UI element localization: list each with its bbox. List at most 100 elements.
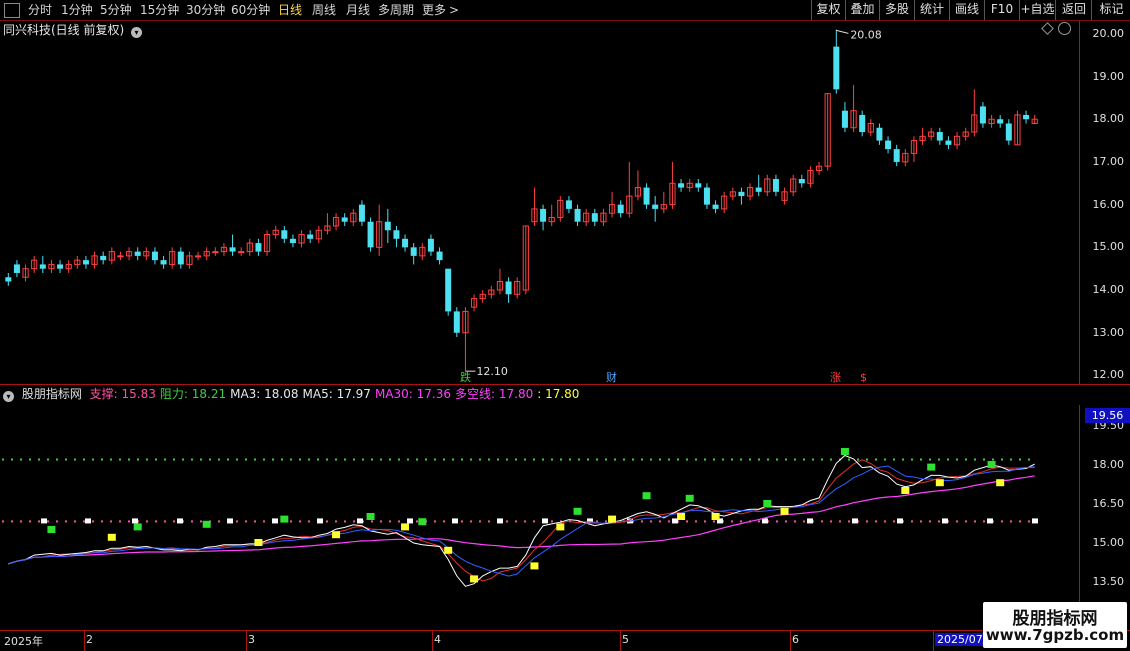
price-tick-1: 19.00 [1092, 69, 1125, 83]
support-dot [398, 520, 400, 523]
support-dot [155, 520, 157, 523]
resistance-dot [1010, 458, 1012, 461]
signal-square [987, 461, 996, 468]
panel-divider [0, 384, 1130, 385]
toolbar-button-0[interactable]: 复权 [811, 0, 845, 20]
indicator-value-3: MA5: 17.97 [302, 387, 371, 401]
toolbar-button-1[interactable]: 叠加 [845, 0, 879, 20]
indicator-axis: 19.50 18.00 16.50 15.00 13.50 [1079, 405, 1130, 630]
candle-body [833, 46, 840, 90]
support-dot [128, 520, 130, 523]
resistance-dot [254, 458, 256, 461]
toolbar-button-4[interactable]: 画线 [949, 0, 984, 20]
signal-square [47, 526, 56, 533]
candle-body [1023, 114, 1030, 120]
support-marker [987, 518, 993, 524]
date-label-5: 6 [792, 633, 799, 646]
resistance-dot [416, 458, 418, 461]
candle-body [841, 110, 848, 128]
support-dot [866, 520, 868, 523]
support-dot [92, 520, 94, 523]
support-dot [434, 520, 436, 523]
support-dot [353, 520, 355, 523]
support-dot [11, 520, 13, 523]
resistance-dot [407, 458, 409, 461]
candle-body [859, 114, 866, 133]
long-line [8, 465, 1035, 577]
support-dot [884, 520, 886, 523]
support-dot [659, 520, 661, 523]
toolbar-button-5[interactable]: F10 [984, 0, 1019, 20]
support-dot [1001, 520, 1003, 523]
period-tab-2[interactable]: 5分钟 [100, 2, 132, 18]
resistance-dot [389, 458, 391, 461]
toolbar-button-3[interactable]: 统计 [914, 0, 949, 20]
support-dot [326, 520, 328, 523]
period-tab-4[interactable]: 30分钟 [186, 2, 225, 18]
resistance-dot [452, 458, 454, 461]
period-tab-1[interactable]: 1分钟 [61, 2, 93, 18]
support-dot [2, 520, 4, 523]
resistance-dot [614, 458, 616, 461]
period-tab-5[interactable]: 60分钟 [231, 2, 270, 18]
signal-square [470, 575, 479, 583]
period-tab-6[interactable]: 日线 [278, 2, 302, 18]
candle-body [5, 277, 12, 282]
indicator-menu-icon[interactable]: ▾ [3, 391, 14, 402]
resistance-dot [461, 458, 463, 461]
indicator-value-1: 阻力: 18.21 [159, 387, 227, 401]
indicator-chart[interactable] [0, 405, 1080, 630]
resistance-dot [11, 458, 13, 461]
support-dot [20, 520, 22, 523]
event-marker-3: $ [860, 371, 867, 384]
support-marker [227, 518, 233, 524]
toolbar-button-2[interactable]: 多股 [879, 0, 914, 20]
support-dot [254, 520, 256, 523]
period-tab-0[interactable]: 分时 [28, 2, 52, 18]
period-tab-8[interactable]: 月线 [346, 2, 370, 18]
resistance-dot [326, 458, 328, 461]
support-dot [218, 520, 220, 523]
resistance-dot [560, 458, 562, 461]
period-tab-7[interactable]: 周线 [312, 2, 336, 18]
candle-body [117, 255, 124, 258]
max-price-label: 20.08 [850, 28, 882, 41]
resistance-dot [695, 458, 697, 461]
support-marker [407, 518, 413, 524]
candle-body [936, 132, 943, 141]
resistance-dot [902, 458, 904, 461]
support-marker [942, 518, 948, 524]
event-marker-2: 涨 [830, 371, 841, 384]
period-tab-9[interactable]: 多周期 [378, 2, 414, 18]
toolbar-button-8[interactable]: 标记 [1091, 0, 1130, 20]
resistance-dot [443, 458, 445, 461]
resistance-dot [713, 458, 715, 461]
support-dot [1010, 520, 1012, 523]
menu-icon[interactable] [4, 3, 20, 18]
support-dot [713, 520, 715, 523]
resistance-dot [578, 458, 580, 461]
support-marker [497, 518, 503, 524]
support-dot [263, 520, 265, 523]
signal-square [366, 513, 375, 520]
support-dot [65, 520, 67, 523]
candle-body [945, 140, 952, 145]
toolbar-button-7[interactable]: 返回 [1055, 0, 1092, 20]
period-tab-3[interactable]: 15分钟 [140, 2, 179, 18]
support-dot [308, 520, 310, 523]
candlestick-chart[interactable]: 20.08 12.10 跌 财 涨 $ [0, 21, 1080, 384]
more-arrow-icon[interactable]: > [449, 2, 459, 18]
candle-body [893, 149, 900, 162]
support-dot [848, 520, 850, 523]
toolbar-button-6[interactable]: +自选 [1019, 0, 1055, 20]
candle-body [194, 255, 202, 258]
period-toolbar: 分时 1分钟 5分钟 15分钟 30分钟 60分钟 日线 周线 月线 多周期 更多 > 复权 叠加 多股统… [0, 0, 1130, 21]
signal-square [530, 562, 539, 570]
support-marker [542, 518, 548, 524]
support-dot [506, 520, 508, 523]
resistance-dot [281, 458, 283, 461]
support-dot [695, 520, 697, 523]
support-dot [704, 520, 706, 523]
resistance-dot [137, 458, 139, 461]
period-tab-10[interactable]: 更多 [422, 2, 446, 18]
